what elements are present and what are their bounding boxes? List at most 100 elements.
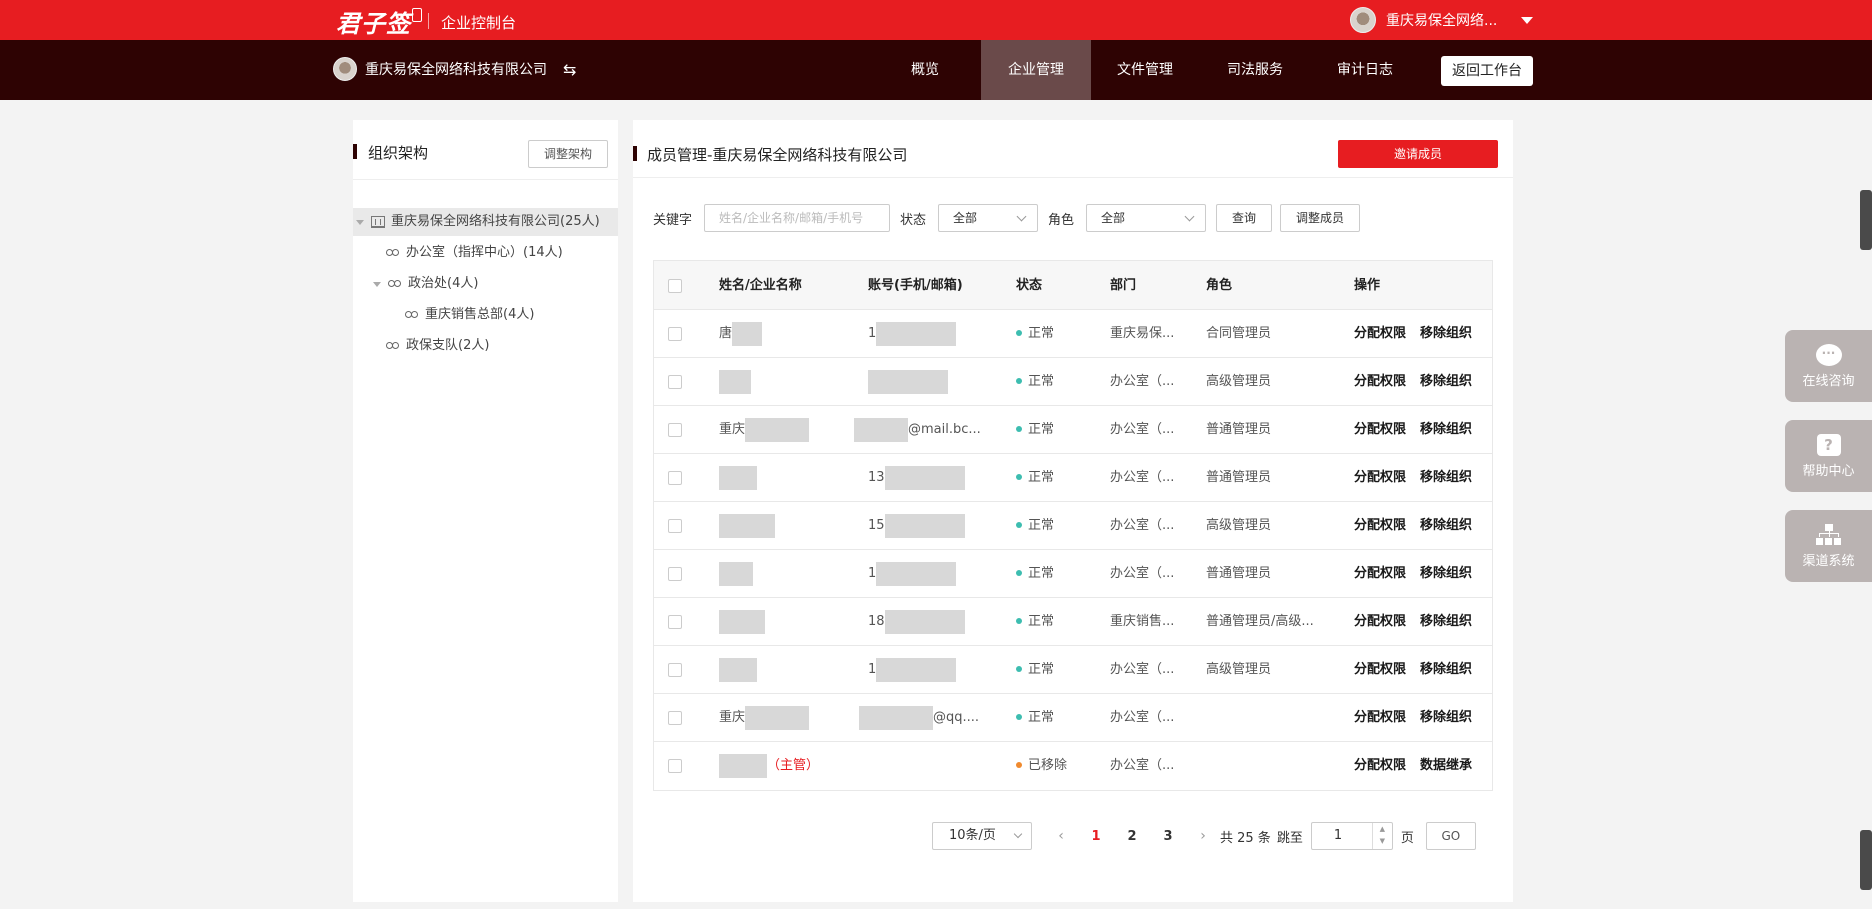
member-dept: 重庆易保... — [1110, 326, 1175, 341]
status-text: 正常 — [1028, 662, 1055, 677]
back-to-workbench-button[interactable]: 返回工作台 — [1441, 56, 1533, 86]
tree-node-sales[interactable]: 重庆销售总部(4人) — [353, 301, 534, 329]
chevron-down-icon — [1013, 829, 1023, 839]
scrollbar-thumb[interactable] — [1860, 830, 1872, 890]
status-dot-icon — [1016, 761, 1022, 768]
member-name-text: 唐 — [719, 326, 733, 341]
member-role — [1206, 694, 1336, 742]
org-title: 组织架构 — [368, 144, 429, 162]
table-row[interactable]: 18 正常 重庆销售... 普通管理员/高级... 分配权限 移除组织 — [654, 598, 1492, 646]
row-checkbox[interactable] — [668, 567, 682, 581]
tree-node-security[interactable]: 政保支队(2人) — [353, 332, 489, 360]
chevron-down-icon[interactable] — [1521, 16, 1534, 24]
remove-from-org-link[interactable]: 移除组织 — [1420, 454, 1472, 502]
stepper-icon[interactable]: ▲ ▼ — [1371, 823, 1392, 849]
scrollbar-thumb[interactable] — [1860, 190, 1872, 250]
row-checkbox[interactable] — [668, 327, 682, 341]
status-select[interactable]: 全部 — [938, 204, 1039, 232]
nav-audit-log[interactable]: 审计日志 — [1330, 40, 1400, 100]
remove-from-org-link[interactable]: 移除组织 — [1420, 502, 1472, 550]
help-center-button[interactable]: ? 帮助中心 — [1785, 420, 1872, 492]
table-row[interactable]: 唐 1 正常 重庆易保... 合同管理员 分配权限 移除组织 — [654, 310, 1492, 358]
table-row[interactable]: 1 正常 办公室（... 普通管理员 分配权限 移除组织 — [654, 550, 1492, 598]
table-row[interactable]: 13 正常 办公室（... 普通管理员 分配权限 移除组织 — [654, 454, 1492, 502]
next-page-icon[interactable]: › — [1186, 828, 1220, 844]
page-size-select[interactable]: 10条/页 — [932, 822, 1032, 850]
row-checkbox[interactable] — [668, 519, 682, 533]
select-all-checkbox[interactable] — [668, 279, 682, 293]
jump-page-input[interactable]: 1 ▲ ▼ — [1310, 822, 1393, 850]
account-text: 13 — [868, 470, 885, 485]
role-select[interactable]: 全部 — [1086, 204, 1207, 232]
remove-from-org-link[interactable]: 移除组织 — [1420, 550, 1472, 598]
tree-node-root[interactable]: 重庆易保全网络科技有限公司(25人) — [353, 208, 618, 236]
member-name — [719, 550, 849, 598]
row-checkbox[interactable] — [668, 375, 682, 389]
nav-files[interactable]: 文件管理 — [1110, 40, 1180, 100]
caret-down-icon[interactable] — [373, 281, 381, 287]
row-checkbox[interactable] — [668, 423, 682, 437]
query-button[interactable]: 查询 — [1216, 204, 1273, 232]
keyword-input[interactable]: 姓名/企业名称/邮箱/手机号 — [704, 204, 891, 232]
data-inherit-link[interactable]: 数据继承 — [1420, 742, 1472, 790]
go-button[interactable]: GO — [1425, 822, 1476, 850]
caret-down-icon[interactable] — [356, 219, 364, 225]
assign-permission-link[interactable]: 分配权限 — [1354, 358, 1406, 406]
status-badge: 正常 — [1016, 406, 1054, 454]
remove-from-org-link[interactable]: 移除组织 — [1420, 310, 1472, 358]
status-text: 正常 — [1028, 326, 1055, 341]
table-row[interactable]: 重庆 @mail.bc... 正常 办公室（... 普通管理员 分配权限 移除组织 — [654, 406, 1492, 454]
account-text: 1 — [868, 566, 877, 581]
page-unit: 页 — [1400, 830, 1414, 846]
assign-permission-link[interactable]: 分配权限 — [1354, 742, 1406, 790]
row-checkbox[interactable] — [668, 759, 682, 773]
company-avatar — [333, 57, 357, 81]
row-checkbox[interactable] — [668, 663, 682, 677]
assign-permission-link[interactable]: 分配权限 — [1354, 502, 1406, 550]
tree-node-office[interactable]: 办公室（指挥中心）(14人) — [353, 239, 563, 267]
page-1[interactable]: 1 — [1078, 829, 1114, 844]
row-checkbox[interactable] — [668, 471, 682, 485]
channel-system-button[interactable]: 渠道系统 — [1785, 510, 1872, 582]
nav-overview[interactable]: 概览 — [895, 40, 955, 100]
remove-from-org-link[interactable]: 移除组织 — [1420, 406, 1472, 454]
assign-permission-link[interactable]: 分配权限 — [1354, 550, 1406, 598]
row-checkbox[interactable] — [668, 615, 682, 629]
nav-judicial[interactable]: 司法服务 — [1220, 40, 1290, 100]
table-row[interactable]: （主管） 已移除 办公室（... 分配权限 数据继承 — [654, 742, 1492, 790]
remove-from-org-link[interactable]: 移除组织 — [1420, 358, 1472, 406]
tree-node-politics[interactable]: 政治处(4人) — [353, 270, 478, 298]
adjust-members-button[interactable]: 调整成员 — [1280, 204, 1361, 232]
member-account: @qq.... — [859, 694, 999, 742]
brand-logo[interactable]: 君子签 — [336, 4, 422, 39]
status-text: 已移除 — [1028, 758, 1068, 773]
page-3[interactable]: 3 — [1150, 829, 1186, 844]
status-dot-icon — [1016, 665, 1022, 672]
table-row[interactable]: 1 正常 办公室（... 高级管理员 分配权限 移除组织 — [654, 646, 1492, 694]
assign-permission-link[interactable]: 分配权限 — [1354, 406, 1406, 454]
member-dept: 办公室（... — [1110, 470, 1175, 485]
page-2[interactable]: 2 — [1114, 829, 1150, 844]
assign-permission-link[interactable]: 分配权限 — [1354, 598, 1406, 646]
status-badge: 正常 — [1016, 550, 1054, 598]
swap-icon[interactable]: ⇆ — [563, 60, 576, 79]
invite-member-button[interactable]: 邀请成员 — [1338, 140, 1498, 168]
assign-permission-link[interactable]: 分配权限 — [1354, 646, 1406, 694]
nav-enterprise[interactable]: 企业管理 — [981, 40, 1091, 100]
user-menu[interactable]: 重庆易保全网络... — [1350, 7, 1534, 33]
row-checkbox[interactable] — [668, 711, 682, 725]
prev-page-icon[interactable]: ‹ — [1044, 828, 1078, 844]
company-switcher[interactable]: 重庆易保全网络科技有限公司 ⇆ — [333, 57, 576, 81]
adjust-structure-button[interactable]: 调整架构 — [528, 140, 608, 168]
remove-from-org-link[interactable]: 移除组织 — [1420, 598, 1472, 646]
remove-from-org-link[interactable]: 移除组织 — [1420, 694, 1472, 742]
table-row[interactable]: 重庆 @qq.... 正常 办公室（... 分配权限 移除组织 — [654, 694, 1492, 742]
assign-permission-link[interactable]: 分配权限 — [1354, 454, 1406, 502]
assign-permission-link[interactable]: 分配权限 — [1354, 694, 1406, 742]
online-consult-button[interactable]: 在线咨询 — [1785, 330, 1872, 402]
assign-permission-link[interactable]: 分配权限 — [1354, 310, 1406, 358]
table-row[interactable]: 15 正常 办公室（... 高级管理员 分配权限 移除组织 — [654, 502, 1492, 550]
table-row[interactable]: 正常 办公室（... 高级管理员 分配权限 移除组织 — [654, 358, 1492, 406]
member-name — [719, 454, 849, 502]
remove-from-org-link[interactable]: 移除组织 — [1420, 646, 1472, 694]
